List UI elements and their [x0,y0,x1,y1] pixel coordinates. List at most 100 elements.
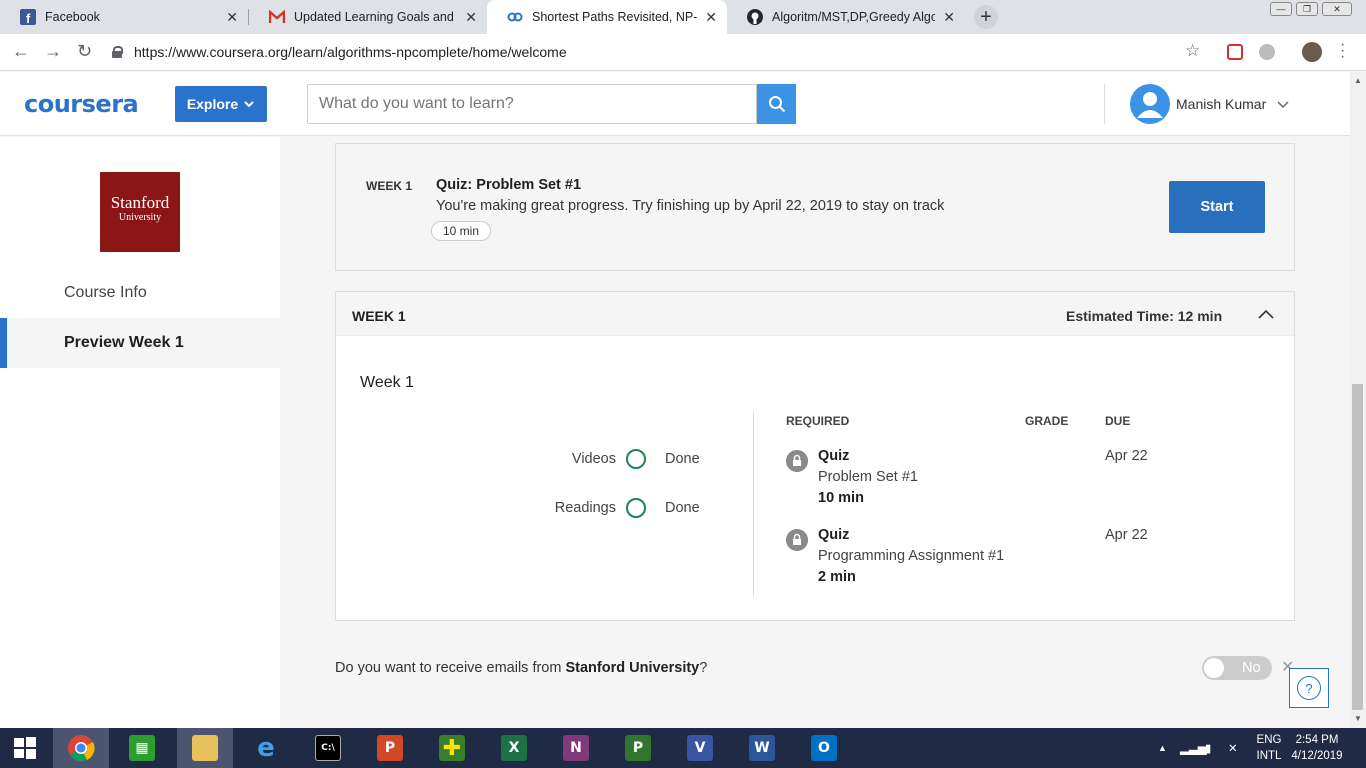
clock[interactable]: 2:54 PM 4/12/2019 [1288,732,1346,764]
university-logo[interactable]: Stanford University [100,172,180,252]
lock-icon [112,46,123,58]
network-icon[interactable]: ▂▃▅ [1180,728,1207,768]
next-item-card: WEEK 1 Quiz: Problem Set #1 You're makin… [335,143,1295,271]
toggle-label: No [1242,660,1261,676]
close-icon[interactable]: ✕ [226,9,238,26]
taskbar: ▦ e C:\ P ✚ X N P V W O ▲ ▂▃▅ ▮ ✕ ENG IN… [0,728,1366,768]
extension-icon[interactable] [1227,44,1243,60]
command-prompt-icon: C:\ [315,735,341,761]
column-header-due: DUE [1105,414,1131,428]
email-toggle[interactable]: No [1202,656,1272,680]
week-section: WEEK 1 Estimated Time: 12 min Week 1 Vid… [335,291,1295,621]
visio-icon: V [687,735,713,761]
item-name[interactable]: Programming Assignment #1 [818,548,1004,564]
onenote-icon: N [563,735,589,761]
lock-icon [786,529,808,551]
browser-tab-strip: f Facebook ✕ Updated Learning Goals and … [0,0,1366,34]
close-icon[interactable]: ✕ [943,9,955,26]
header-divider [1104,84,1105,124]
sidebar: Stanford University Course Info Preview … [0,137,280,728]
week-header-title: WEEK 1 [352,308,406,324]
taskbar-excel[interactable]: X [486,728,542,768]
coursera-icon [507,9,523,25]
taskbar-word[interactable]: W [734,728,790,768]
item-type[interactable]: Quiz [818,527,849,543]
help-button[interactable]: ? [1289,668,1329,708]
chevron-up-icon[interactable] [1256,304,1276,324]
chevron-down-icon [244,101,254,108]
column-header-required: REQUIRED [786,414,850,428]
clock-time: 2:54 PM [1295,734,1339,746]
scrollbar-thumb[interactable] [1352,384,1363,710]
tab-gmail[interactable]: Updated Learning Goals and Tim ✕ [249,0,487,34]
extension-icon[interactable] [1259,44,1275,60]
project-icon: P [625,735,651,761]
explore-button[interactable]: Explore [175,86,267,122]
taskbar-project[interactable]: P [610,728,666,768]
tab-title: Updated Learning Goals and Tim [294,10,457,24]
chrome-icon [68,735,95,762]
tab-title: Algoritm/MST,DP,Greedy Algorit [772,10,936,24]
menu-dots-icon[interactable]: · · · [1340,37,1345,65]
back-arrow-icon[interactable]: ← [12,41,30,62]
outlook-icon: O [811,735,837,761]
user-name[interactable]: Manish Kumar [1176,96,1266,112]
search-icon [768,96,785,113]
restore-icon[interactable]: ❐ [1296,2,1318,16]
taskbar-app[interactable]: ✚ [424,728,480,768]
column-header-grade: GRADE [1025,414,1069,428]
scroll-up-icon[interactable]: ▲ [1354,76,1362,85]
taskbar-outlook[interactable]: O [796,728,852,768]
chevron-up-icon[interactable]: ▲ [1158,728,1167,768]
coursera-logo[interactable]: coursera [24,90,139,118]
taskbar-visio[interactable]: V [672,728,728,768]
github-icon [747,9,763,25]
item-duration: 10 min [818,490,864,506]
bookmark-star-icon[interactable]: ☆ [1185,41,1200,61]
chevron-down-icon[interactable] [1277,101,1289,109]
item-duration: 2 min [818,569,856,585]
sidebar-item-course-info[interactable]: Course Info [0,268,280,318]
scroll-down-icon[interactable]: ▼ [1354,714,1362,723]
folder-icon [192,735,218,761]
language-indicator[interactable]: ENG INTL [1248,732,1290,764]
progress-circle-icon [626,498,646,518]
duration-badge: 10 min [431,221,491,241]
volume-muted-icon[interactable]: ✕ [1228,728,1238,768]
battery-icon[interactable]: ▮ [1205,728,1211,768]
windows-start-button[interactable] [0,728,50,768]
search-button[interactable] [757,84,796,124]
url-text: https://www.coursera.org/learn/algorithm… [134,44,567,60]
taskbar-store[interactable]: ▦ [114,728,170,768]
taskbar-powerpoint[interactable]: P [362,728,418,768]
taskbar-chrome[interactable] [53,728,109,768]
taskbar-onenote[interactable]: N [548,728,604,768]
word-icon: W [749,735,775,761]
search-input[interactable] [307,84,757,124]
progress-circle-icon [626,449,646,469]
forward-arrow-icon[interactable]: → [44,41,62,62]
close-icon[interactable]: ✕ [705,9,717,26]
new-tab-button[interactable]: + [974,5,998,29]
taskbar-command-prompt[interactable]: C:\ [300,728,356,768]
reload-icon[interactable]: ↻ [77,41,92,62]
sidebar-item-preview-week-1[interactable]: Preview Week 1 [0,318,280,368]
tab-github[interactable]: Algoritm/MST,DP,Greedy Algorit ✕ [727,0,965,34]
close-icon[interactable]: ✕ [465,9,477,26]
item-name[interactable]: Problem Set #1 [818,469,918,485]
item-type[interactable]: Quiz [818,448,849,464]
taskbar-internet-explorer[interactable]: e [238,728,294,768]
progress-status: Done [665,500,700,516]
profile-avatar[interactable] [1302,42,1322,62]
taskbar-file-explorer[interactable] [177,728,233,768]
tab-coursera[interactable]: Shortest Paths Revisited, NP-Com ✕ [487,0,727,34]
start-button[interactable]: Start [1169,181,1265,233]
next-item-title[interactable]: Quiz: Problem Set #1 [436,177,581,193]
week-header[interactable]: WEEK 1 Estimated Time: 12 min [336,292,1294,336]
tab-facebook[interactable]: f Facebook ✕ [0,0,248,34]
close-window-icon[interactable]: ✕ [1322,2,1352,16]
minimize-icon[interactable]: — [1270,2,1292,16]
address-bar: ← → ↻ https://www.coursera.org/learn/alg… [0,34,1366,71]
url-field[interactable]: https://www.coursera.org/learn/algorithm… [112,39,1218,65]
user-avatar[interactable] [1130,84,1170,124]
